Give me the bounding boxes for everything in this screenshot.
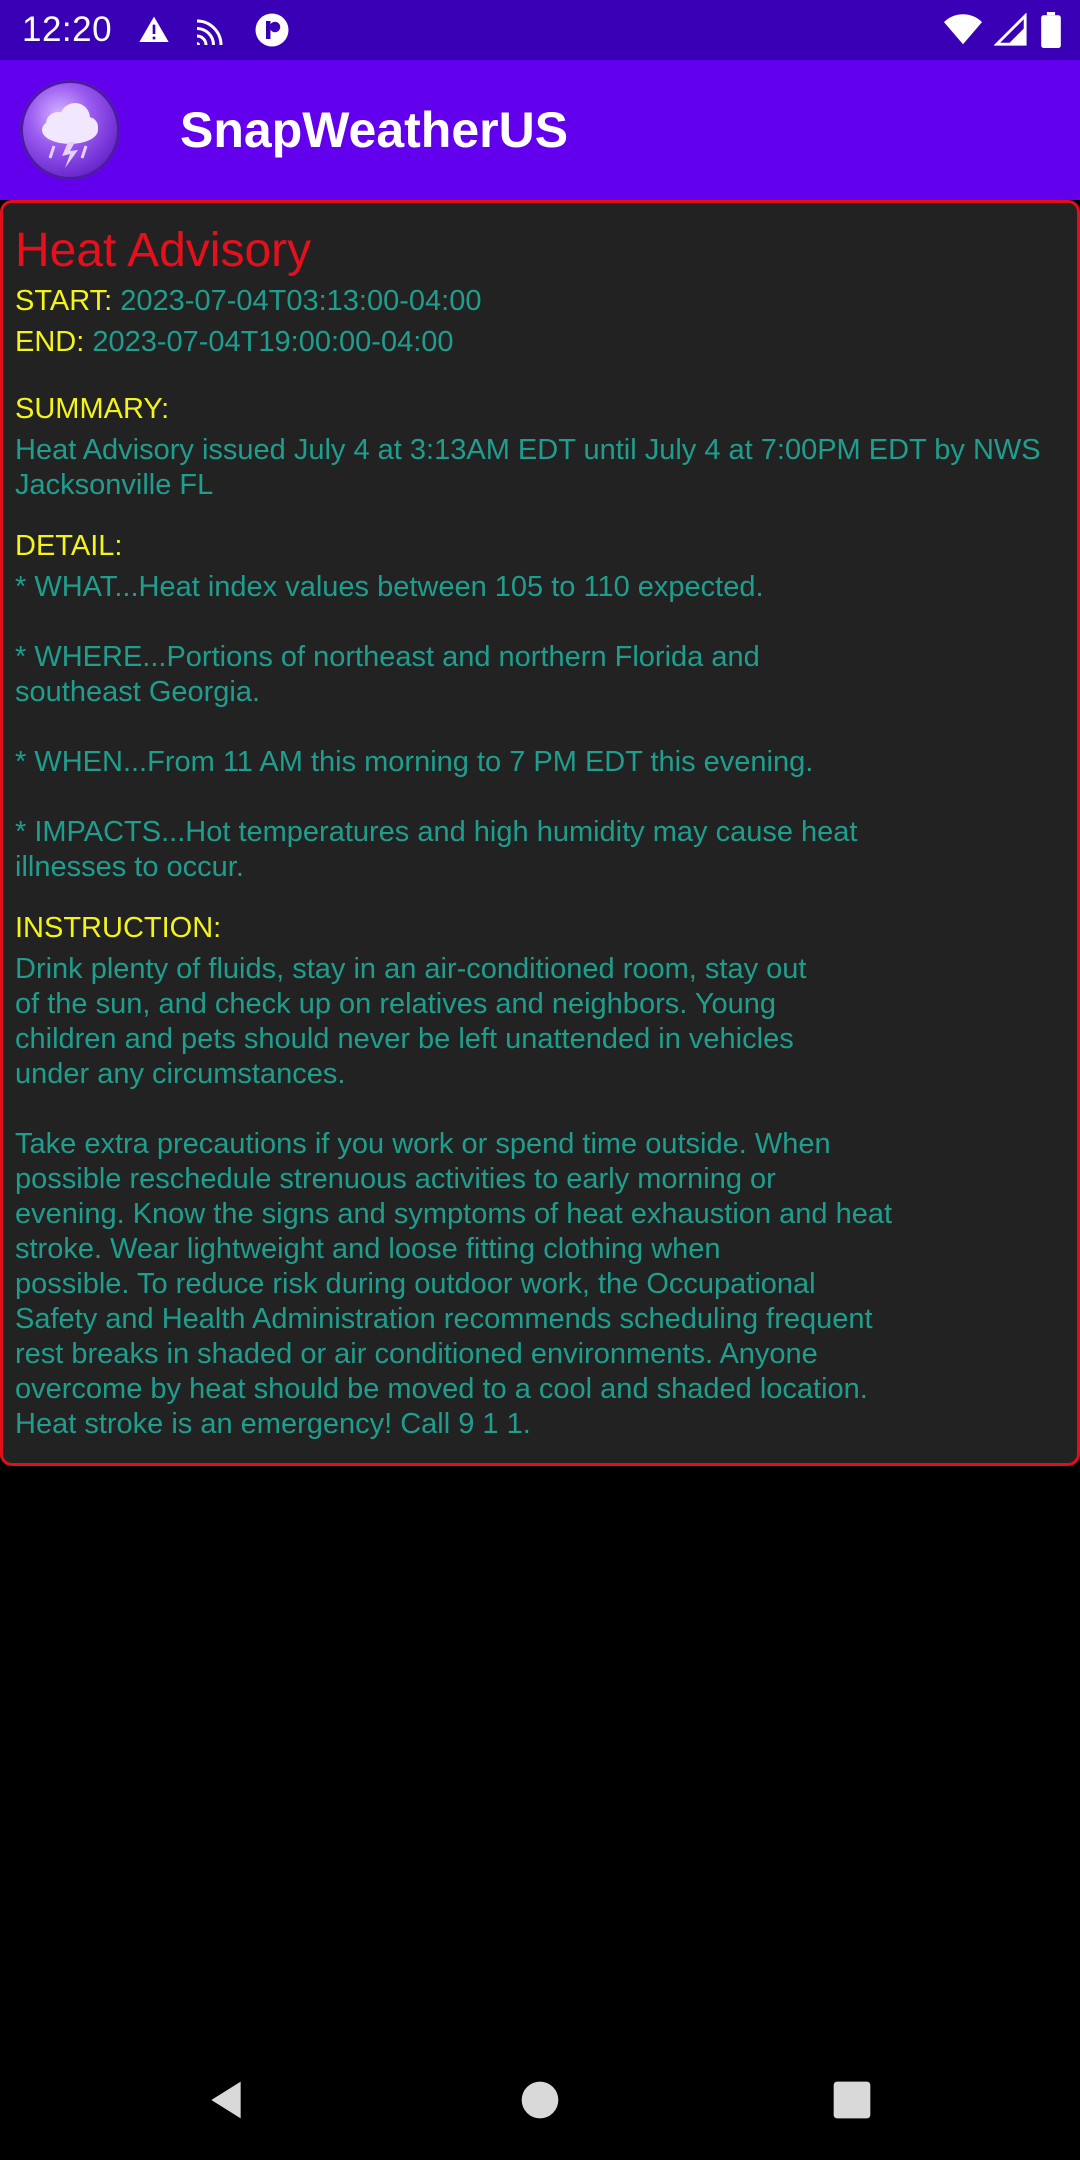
navigation-bar bbox=[0, 2040, 1080, 2160]
status-time: 12:20 bbox=[22, 10, 113, 49]
instruction-text: Drink plenty of fluids, stay in an air-c… bbox=[15, 953, 893, 1440]
alert-icon bbox=[138, 14, 170, 51]
start-value: 2023-07-04T03:13:00-04:00 bbox=[120, 285, 482, 317]
end-label: END: bbox=[15, 326, 93, 358]
alert-title: Heat Advisory bbox=[15, 224, 312, 277]
battery-icon bbox=[1040, 12, 1062, 53]
status-bar: 12:20 bbox=[0, 0, 1080, 60]
summary-text: Heat Advisory issued July 4 at 3:13AM ED… bbox=[15, 434, 1041, 501]
back-icon[interactable] bbox=[186, 2060, 266, 2140]
detail-label: DETAIL: bbox=[15, 530, 123, 562]
app-notification-icon bbox=[254, 12, 290, 53]
status-right-icons bbox=[944, 12, 1062, 53]
summary-label: SUMMARY: bbox=[15, 393, 170, 425]
signal-icon bbox=[993, 12, 1028, 52]
alert-card[interactable]: Heat Advisory START: 2023-07-04T03:13:00… bbox=[0, 200, 1080, 1466]
instruction-label: INSTRUCTION: bbox=[15, 912, 222, 944]
app-title: SnapWeatherUS bbox=[180, 102, 569, 158]
recents-icon[interactable] bbox=[812, 2060, 892, 2140]
start-label: START: bbox=[15, 285, 121, 317]
status-left-icons bbox=[138, 12, 290, 53]
start-line: START: 2023-07-04T03:13:00-04:00 bbox=[15, 281, 1065, 322]
app-bar: SnapWeatherUS bbox=[0, 60, 1080, 200]
end-line: END: 2023-07-04T19:00:00-04:00 bbox=[15, 322, 1065, 363]
storm-cloud-icon bbox=[20, 80, 120, 180]
home-icon[interactable] bbox=[500, 2060, 580, 2140]
cast-icon bbox=[192, 12, 232, 53]
wifi-icon bbox=[944, 13, 982, 52]
detail-text: * WHAT...Heat index values between 105 t… bbox=[15, 571, 858, 883]
end-value: 2023-07-04T19:00:00-04:00 bbox=[92, 326, 454, 358]
